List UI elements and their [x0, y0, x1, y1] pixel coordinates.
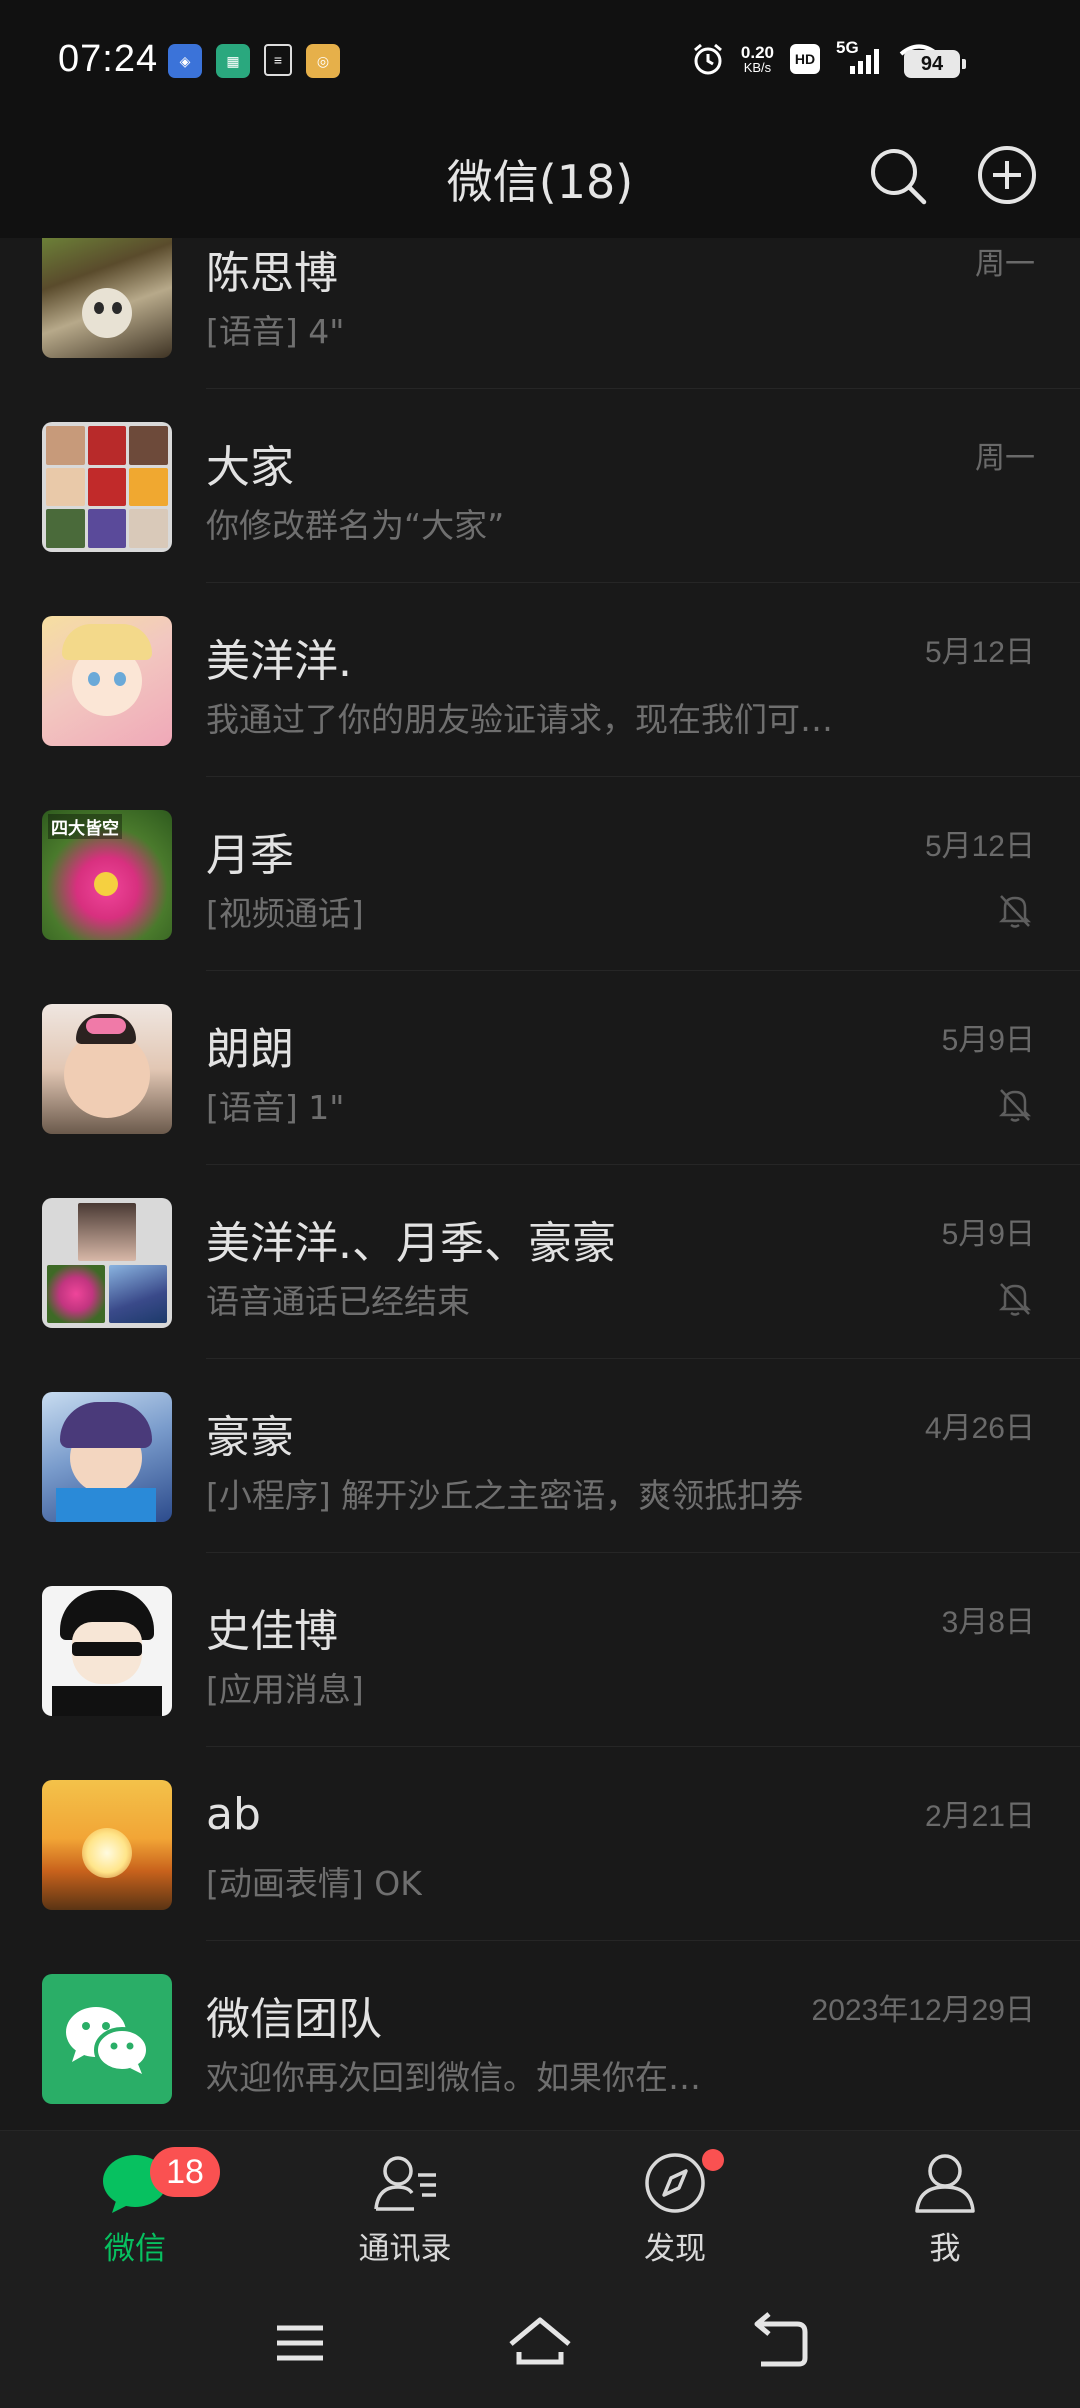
- chat-name: 朗朗: [206, 1024, 294, 1075]
- status-time: 07:24: [58, 38, 159, 80]
- hd-icon: HD: [790, 44, 820, 74]
- avatar: [42, 1586, 172, 1716]
- chat-name: 美洋洋.、月季、豪豪: [206, 1218, 616, 1269]
- chat-item[interactable]: 史佳博 [应用消息] 3月8日: [0, 1553, 1080, 1747]
- alarm-icon: [693, 43, 722, 75]
- tab-me[interactable]: 我: [810, 2131, 1080, 2279]
- chat-list[interactable]: 陈思博 [语音] 4" 周一 大家 你修改群名为“大家” 周一 美洋洋. 我通过…: [0, 238, 1080, 2130]
- notification-dot: [702, 2149, 724, 2171]
- group-avatar: [42, 1198, 172, 1328]
- wechat-team-avatar: [42, 1974, 172, 2104]
- chat-item[interactable]: 四大皆空 月季 [视频通话] 5月12日: [0, 777, 1080, 971]
- tab-label: 通讯录: [358, 2231, 452, 2267]
- battery-indicator: 94: [904, 50, 966, 78]
- signal-icon: 5G: [836, 38, 882, 76]
- chat-item[interactable]: 朗朗 [语音] 1" 5月9日: [0, 971, 1080, 1165]
- mute-bell-icon: [998, 1089, 1032, 1122]
- chat-time: 4月26日: [924, 1412, 1035, 1445]
- top-header: 微信(18): [0, 120, 1080, 238]
- avatar: 四大皆空: [42, 810, 172, 940]
- chat-preview: 语音通话已经结束: [206, 1282, 470, 1321]
- chat-preview: [语音] 1": [206, 1088, 345, 1127]
- network-speed: 0.20 KB/s: [740, 43, 774, 75]
- chat-item[interactable]: 美洋洋.、月季、豪豪 语音通话已经结束 5月9日: [0, 1165, 1080, 1359]
- person-icon: [915, 2154, 975, 2213]
- chat-item[interactable]: 大家 你修改群名为“大家” 周一: [0, 389, 1080, 583]
- avatar: [42, 1004, 172, 1134]
- avatar: [42, 1392, 172, 1522]
- chat-time: 2月21日: [924, 1800, 1035, 1833]
- menu-icon[interactable]: [265, 2308, 335, 2378]
- chat-preview: 欢迎你再次回到微信。如果你在…: [206, 2058, 701, 2097]
- mute-bell-icon: [998, 895, 1032, 928]
- chat-preview: [语音] 4": [206, 312, 345, 351]
- tab-chats[interactable]: 18 微信: [0, 2131, 270, 2279]
- avatar: [42, 238, 172, 358]
- chat-time: 5月12日: [924, 636, 1035, 669]
- chat-item[interactable]: 美洋洋. 我通过了你的朋友验证请求，现在我们可… 5月12日: [0, 583, 1080, 777]
- chat-name: 微信团队: [206, 1994, 382, 2045]
- chat-item[interactable]: ab [动画表情] OK 2月21日: [0, 1747, 1080, 1941]
- group-avatar: [42, 422, 172, 552]
- status-bar: 07:24 ◈ ▦ ≡ ◎ 0.20 KB/s HD 5G 94: [0, 0, 1080, 120]
- avatar-caption: 四大皆空: [48, 814, 122, 839]
- chat-time: 5月9日: [941, 1024, 1035, 1057]
- document-icon: ≡: [264, 44, 292, 76]
- app-notification-icon: ▦: [216, 44, 250, 78]
- contacts-icon: [374, 2156, 436, 2211]
- system-status: 0.20 KB/s HD 5G: [691, 38, 940, 76]
- chat-item[interactable]: 微信团队 欢迎你再次回到微信。如果你在… 2023年12月29日: [0, 1941, 1080, 2130]
- chat-time: 周一: [975, 248, 1035, 281]
- chat-item[interactable]: 豪豪 [小程序] 解开沙丘之主密语，爽领抵扣券 4月26日: [0, 1359, 1080, 1553]
- home-icon[interactable]: [505, 2308, 575, 2378]
- chat-name: 史佳博: [206, 1606, 338, 1657]
- back-icon[interactable]: [745, 2308, 815, 2378]
- chat-preview: [小程序] 解开沙丘之主密语，爽领抵扣券: [206, 1476, 804, 1515]
- chat-list-content: 陈思博 [语音] 4" 周一 大家 你修改群名为“大家” 周一 美洋洋. 我通过…: [0, 238, 1080, 2130]
- app-notification-icon: ◈: [168, 44, 202, 78]
- chat-name: ab: [206, 1789, 261, 1840]
- system-nav-bar: [0, 2278, 1080, 2408]
- mute-bell-icon: [998, 1283, 1032, 1316]
- tab-contacts[interactable]: 通讯录: [270, 2131, 540, 2279]
- bottom-tab-bar: 18 微信 通讯录 发现 我: [0, 2130, 1080, 2278]
- chat-preview: [应用消息]: [206, 1670, 364, 1709]
- chat-item[interactable]: 陈思博 [语音] 4" 周一: [0, 238, 1080, 389]
- app-notification-icon: ◎: [306, 44, 340, 78]
- notification-icons: ◈ ▦ ≡ ◎: [168, 44, 340, 78]
- chat-name: 美洋洋.: [206, 636, 352, 687]
- avatar: [42, 1780, 172, 1910]
- chat-name: 豪豪: [206, 1412, 294, 1463]
- wechat-logo-icon: [66, 2007, 150, 2074]
- chat-preview: [动画表情] OK: [206, 1864, 422, 1903]
- tab-label: 微信: [104, 2231, 166, 2267]
- chat-time: 周一: [975, 442, 1035, 475]
- chat-name: 大家: [206, 442, 294, 493]
- chat-name: 月季: [206, 830, 294, 881]
- chat-preview: [视频通话]: [206, 894, 364, 933]
- avatar: [42, 616, 172, 746]
- plus-circle-icon[interactable]: [976, 144, 1038, 206]
- chat-time: 5月12日: [924, 830, 1035, 863]
- chat-time: 5月9日: [941, 1218, 1035, 1251]
- search-icon[interactable]: [866, 144, 930, 208]
- unread-badge: 18: [150, 2147, 220, 2197]
- chat-preview: 我通过了你的朋友验证请求，现在我们可…: [206, 700, 833, 739]
- chat-preview: 你修改群名为“大家”: [206, 506, 505, 545]
- chat-name: 陈思博: [206, 248, 338, 299]
- wechat-app: 07:24 ◈ ▦ ≡ ◎ 0.20 KB/s HD 5G 94 微信(18) …: [0, 0, 1080, 2408]
- chat-time: 2023年12月29日: [811, 1994, 1035, 2027]
- tab-label: 发现: [644, 2231, 706, 2267]
- tab-discover[interactable]: 发现: [540, 2131, 810, 2279]
- tab-label: 我: [929, 2231, 961, 2267]
- chat-time: 3月8日: [941, 1606, 1035, 1639]
- compass-icon: [645, 2153, 705, 2213]
